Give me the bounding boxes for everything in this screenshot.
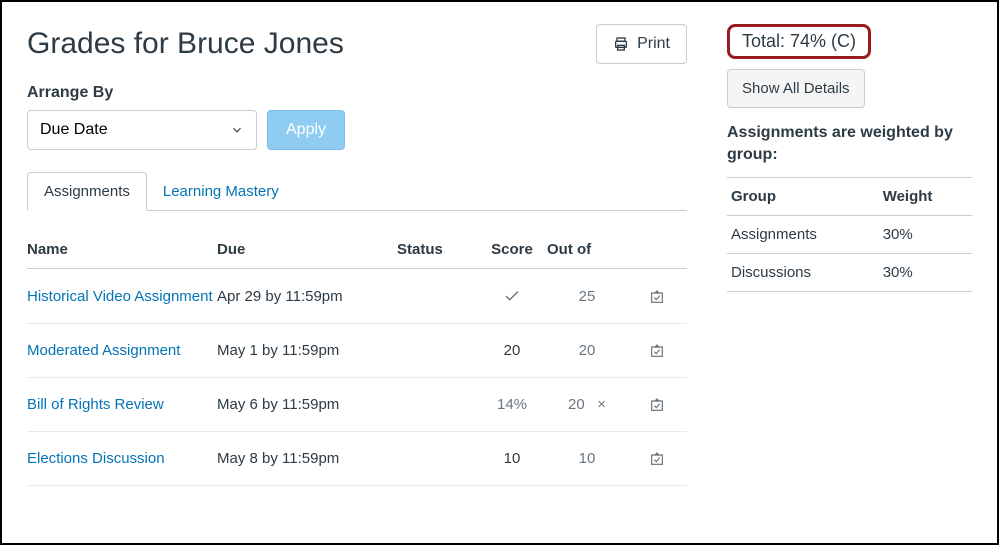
table-header: Name Due Status Score Out of	[27, 231, 687, 269]
score-cell: 10	[477, 450, 547, 467]
tabs: Assignments Learning Mastery	[27, 172, 687, 211]
print-button[interactable]: Print	[596, 24, 687, 64]
outof-cell: 20 ×	[547, 396, 627, 413]
rubric-button[interactable]	[627, 450, 687, 467]
weight-col-weight: Weight	[879, 177, 972, 215]
due-cell: Apr 29 by 11:59pm	[217, 288, 397, 305]
weighting-label: Assignments are weighted by group:	[727, 122, 972, 167]
arrange-select[interactable]: Due Date	[27, 110, 257, 150]
print-icon	[613, 35, 629, 53]
assignment-link[interactable]: Moderated Assignment	[27, 342, 217, 359]
score-cell	[477, 287, 547, 305]
arrange-select-wrap: Due Date	[27, 110, 257, 150]
col-name: Name	[27, 241, 217, 258]
main-content: Grades for Bruce Jones Print Arrange By …	[27, 24, 687, 521]
weight-col-group: Group	[727, 177, 879, 215]
check-icon	[503, 287, 521, 304]
arrange-select-value: Due Date	[40, 121, 108, 139]
rubric-icon	[649, 450, 665, 467]
col-score: Score	[477, 241, 547, 258]
show-all-details-button[interactable]: Show All Details	[727, 69, 865, 108]
outof-cell: 10	[547, 450, 627, 467]
arrange-controls: Due Date Apply	[27, 110, 687, 150]
table-row: Bill of Rights Review May 6 by 11:59pm 1…	[27, 378, 687, 432]
col-status: Status	[397, 241, 477, 258]
weight-group: Discussions	[727, 253, 879, 291]
rubric-icon	[649, 396, 665, 413]
rubric-button[interactable]	[627, 396, 687, 413]
chevron-down-icon	[230, 121, 244, 139]
score-cell: 20	[477, 342, 547, 359]
page-title: Grades for Bruce Jones	[27, 27, 344, 61]
total-grade-badge: Total: 74% (C)	[727, 24, 871, 59]
grades-table: Name Due Status Score Out of Historical …	[27, 231, 687, 486]
rubric-button[interactable]	[627, 342, 687, 359]
outof-cell: 20	[547, 342, 627, 359]
weight-group: Assignments	[727, 215, 879, 253]
weight-table: Group Weight Assignments 30% Discussions…	[727, 177, 972, 292]
assignment-link[interactable]: Bill of Rights Review	[27, 396, 217, 413]
assignment-link[interactable]: Elections Discussion	[27, 450, 217, 467]
sidebar: Total: 74% (C) Show All Details Assignme…	[727, 24, 972, 521]
header-row: Grades for Bruce Jones Print	[27, 24, 687, 64]
arrange-by-label: Arrange By	[27, 84, 687, 102]
col-outof: Out of	[547, 241, 627, 258]
tab-learning-mastery[interactable]: Learning Mastery	[147, 172, 295, 210]
apply-button[interactable]: Apply	[267, 110, 345, 150]
weight-row: Assignments 30%	[727, 215, 972, 253]
col-due: Due	[217, 241, 397, 258]
table-row: Moderated Assignment May 1 by 11:59pm 20…	[27, 324, 687, 378]
rubric-icon	[649, 288, 665, 305]
rubric-icon	[649, 342, 665, 359]
table-row: Elections Discussion May 8 by 11:59pm 10…	[27, 432, 687, 486]
print-label: Print	[637, 35, 670, 53]
table-row: Historical Video Assignment Apr 29 by 11…	[27, 269, 687, 324]
excluded-icon: ×	[589, 396, 606, 413]
tab-assignments[interactable]: Assignments	[27, 172, 147, 211]
outof-cell: 25	[547, 288, 627, 305]
weight-row: Discussions 30%	[727, 253, 972, 291]
weight-value: 30%	[879, 253, 972, 291]
weight-value: 30%	[879, 215, 972, 253]
weight-header-row: Group Weight	[727, 177, 972, 215]
outof-value: 20	[568, 396, 585, 413]
due-cell: May 6 by 11:59pm	[217, 396, 397, 413]
due-cell: May 8 by 11:59pm	[217, 450, 397, 467]
score-cell: 14%	[477, 396, 547, 413]
due-cell: May 1 by 11:59pm	[217, 342, 397, 359]
assignment-link[interactable]: Historical Video Assignment	[27, 288, 217, 305]
rubric-button[interactable]	[627, 288, 687, 305]
